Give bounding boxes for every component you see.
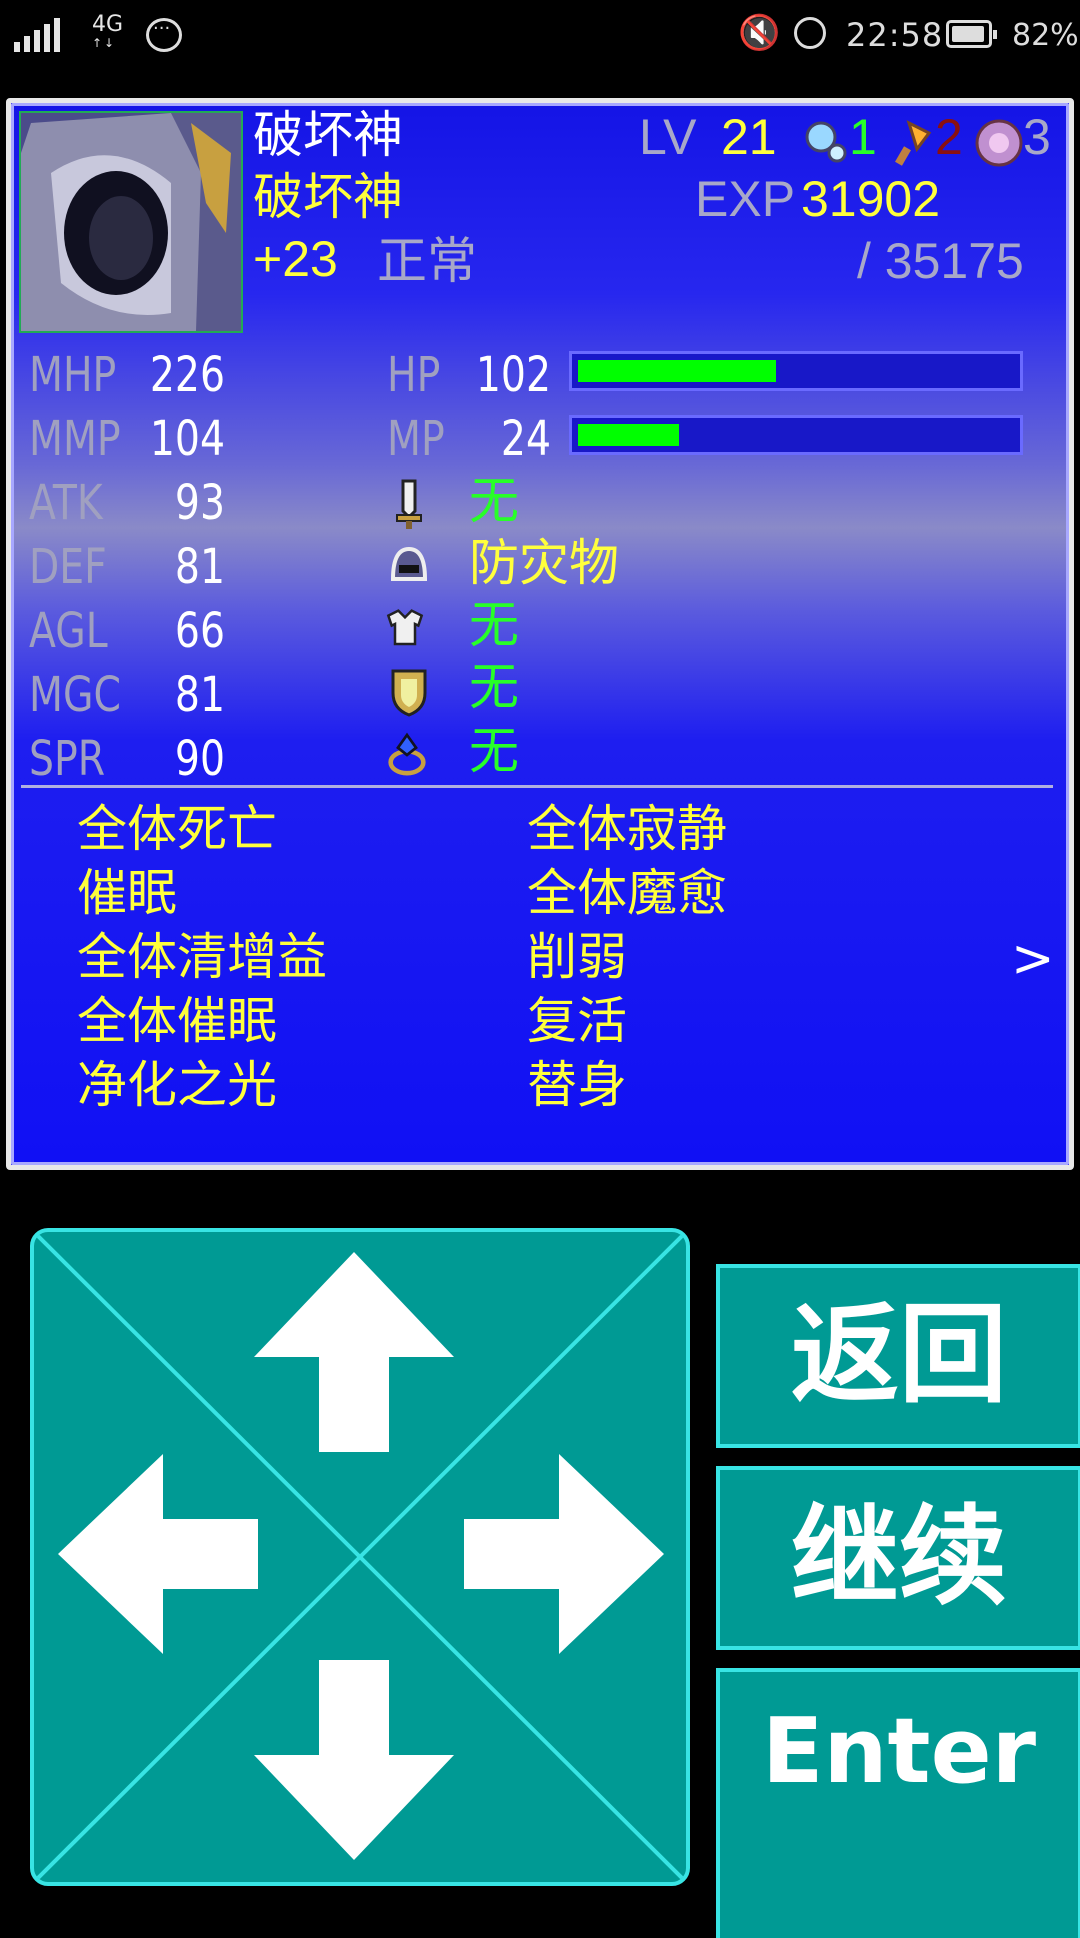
hp-gauge-fill [578,360,776,382]
ring-icon [388,732,426,776]
skill-item[interactable]: 全体寂静 [527,799,727,859]
continue-button-label: 继续 [790,1495,1007,1620]
character-class: 破坏神 [253,168,403,226]
item-counters: 1 2 3 [801,109,1061,171]
enter-button-label: Enter [762,1699,1036,1804]
hp-value: 102 [475,347,551,403]
mp-gauge [569,415,1023,455]
status-bar: 4G ↑↓ 🔇 22:58 82% [0,0,1080,70]
stat-value-mgc: 81 [174,667,225,723]
enter-button[interactable]: Enter [716,1668,1080,1938]
exp-label: EXP [695,171,796,227]
orb-icon [975,119,1023,167]
skill-item[interactable]: 全体清增益 [77,927,327,987]
item-count-1: 1 [849,109,877,165]
up-arrow-button[interactable] [254,1252,454,1452]
skill-item[interactable]: 全体魔愈 [527,863,727,923]
character-name: 破坏神 [253,106,403,164]
stat-label-spr: SPR [29,731,106,787]
character-portrait [19,111,243,333]
hp-gauge [569,351,1023,391]
helmet-icon [390,546,428,581]
item-count-2: 2 [935,109,963,165]
dpad[interactable] [30,1228,690,1886]
shield-icon [391,669,427,717]
mute-icon: 🔇 [738,13,781,53]
equip-accessory: 无 [469,722,519,780]
stat-label-mgc: MGC [29,667,121,723]
mp-gauge-fill [578,424,679,446]
character-condition: 正常 [377,232,477,290]
back-button[interactable]: 返回 [716,1264,1080,1448]
chat-icon [146,18,182,52]
character-plus: +23 [253,231,338,287]
torch-icon [895,120,932,166]
stat-label-mhp: MHP [29,347,117,403]
mp-label: MP [387,411,445,467]
stat-label-atk: ATK [29,475,103,531]
stat-value-agl: 66 [174,603,225,659]
down-arrow-button[interactable] [254,1660,454,1860]
stat-value-spr: 90 [174,731,225,787]
exp-value: 31902 [801,171,941,227]
divider [21,785,1053,788]
level-value: 21 [721,109,777,165]
clock: 22:58 [846,16,944,54]
stat-value-def: 81 [174,539,225,595]
equip-head: 防灾物 [469,534,619,592]
left-arrow-button[interactable] [58,1454,258,1654]
back-button-label: 返回 [790,1293,1007,1418]
skill-item[interactable]: 全体催眠 [77,991,277,1051]
alarm-icon [794,17,826,49]
skill-item[interactable]: 催眠 [77,863,177,923]
skill-item[interactable]: 复活 [527,991,627,1051]
right-arrow-button[interactable] [464,1454,664,1654]
network-indicator: 4G ↑↓ [92,12,124,51]
stat-value-mmp: 104 [149,411,225,467]
item-count-3: 3 [1023,109,1051,165]
level-label: LV [639,109,697,165]
continue-button[interactable]: 继续 [716,1466,1080,1650]
skill-item[interactable]: 净化之光 [77,1055,277,1115]
stat-label-agl: AGL [29,603,108,659]
signal-icon [14,18,68,52]
crystal-icon [805,121,847,163]
stat-value-mhp: 226 [149,347,225,403]
next-page-arrow[interactable]: > [1011,929,1055,989]
mp-value: 24 [500,411,551,467]
hp-label: HP [387,347,441,403]
skill-item[interactable]: 削弱 [527,927,627,987]
battery-percent: 82% [1012,18,1079,53]
character-status-window: 破坏神 破坏神 +23 正常 LV 21 1 2 3 EXP 31902 / 3… [6,98,1074,1170]
equip-shield: 无 [469,658,519,716]
battery-icon [946,20,997,48]
skill-item[interactable]: 替身 [527,1055,627,1115]
stat-value-atk: 93 [174,475,225,531]
skill-item[interactable]: 全体死亡 [77,799,277,859]
stat-label-mmp: MMP [29,411,121,467]
equip-weapon: 无 [469,472,519,530]
exp-next: / 35175 [857,233,1024,289]
stat-label-def: DEF [29,539,107,595]
sword-icon [396,479,422,529]
equip-body: 无 [469,596,519,654]
armor-icon [386,609,424,646]
